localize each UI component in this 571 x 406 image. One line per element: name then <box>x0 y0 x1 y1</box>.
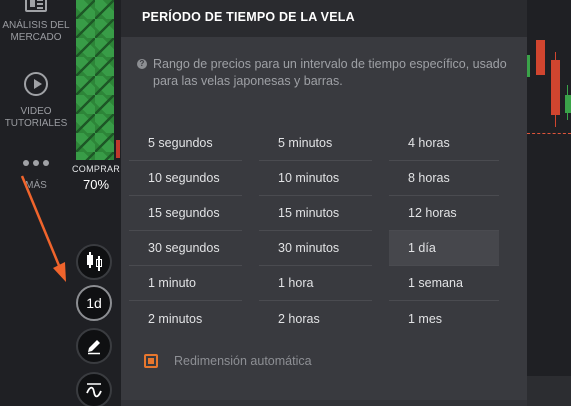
period-option[interactable]: 10 segundos <box>129 161 242 196</box>
check-mark-icon <box>148 358 154 364</box>
period-option[interactable]: 5 minutos <box>259 126 372 161</box>
candlestick-icon <box>85 252 103 271</box>
chart-area-right <box>527 0 571 406</box>
indicators-button[interactable] <box>76 372 112 406</box>
buy-volume-indicator <box>76 0 114 160</box>
candle-wick <box>567 85 568 120</box>
panel-description: ? Rango de precios para un intervalo de … <box>137 56 512 90</box>
candle <box>527 55 530 77</box>
indicator-wave-icon <box>86 383 102 398</box>
panel-title: PERÍODO DE TIEMPO DE LA VELA <box>121 0 527 37</box>
period-option[interactable]: 2 horas <box>259 301 372 336</box>
period-option[interactable]: 15 minutos <box>259 196 372 231</box>
period-options-grid: 5 segundos 5 minutos 4 horas 10 segundos… <box>129 126 509 336</box>
pencil-icon <box>88 340 100 355</box>
period-option[interactable]: 8 horas <box>389 161 499 196</box>
panel-body: ? Rango de precios para un intervalo de … <box>121 37 527 400</box>
sidebar-item-label: MÁS <box>25 180 47 191</box>
sell-marker <box>116 140 120 158</box>
drawing-tools-button[interactable] <box>76 328 112 364</box>
description-text: Rango de precios para un intervalo de ti… <box>153 57 507 88</box>
help-icon: ? <box>137 59 147 69</box>
period-option[interactable]: 30 segundos <box>129 231 242 266</box>
bottom-bar <box>527 376 571 406</box>
period-option[interactable]: 1 hora <box>259 266 372 301</box>
period-option[interactable]: 5 segundos <box>129 126 242 161</box>
sidebar-item-video-tutorials[interactable]: VIDEO TUTORIALES <box>0 72 72 130</box>
auto-resize-label: Redimensión automática <box>174 354 312 368</box>
sidebar-item-label: VIDEO <box>20 106 52 117</box>
period-option[interactable]: 30 minutos <box>259 231 372 266</box>
left-sidebar: ANÁLISIS DEL MERCADO VIDEO TUTORIALES MÁ… <box>0 0 72 406</box>
sidebar-item-label: ANÁLISIS DEL <box>2 20 70 31</box>
sidebar-item-label: TUTORIALES <box>4 118 68 129</box>
period-option[interactable]: 1 semana <box>389 266 499 301</box>
auto-resize-checkbox[interactable] <box>144 354 158 368</box>
candle <box>536 40 545 75</box>
buy-label: COMPRAR <box>72 164 120 174</box>
chart-type-button[interactable] <box>76 244 112 280</box>
candle-period-label: 1d <box>86 295 102 311</box>
newspaper-icon <box>25 0 47 12</box>
period-option[interactable]: 10 minutos <box>259 161 372 196</box>
period-option[interactable]: 1 mes <box>389 301 499 336</box>
sidebar-item-market-analysis[interactable]: ANÁLISIS DEL MERCADO <box>0 0 72 44</box>
period-option[interactable]: 12 horas <box>389 196 499 231</box>
period-option[interactable]: 2 minutos <box>129 301 242 336</box>
candle <box>565 95 571 113</box>
period-option-selected[interactable]: 1 día <box>389 231 499 266</box>
auto-resize-toggle[interactable]: Redimensión automática <box>144 354 312 368</box>
sidebar-item-more[interactable]: MÁS <box>0 160 72 192</box>
more-dots-icon <box>23 160 49 166</box>
candle-period-button[interactable]: 1d <box>76 285 112 321</box>
period-option[interactable]: 1 minuto <box>129 266 242 301</box>
period-option[interactable]: 15 segundos <box>129 196 242 231</box>
buy-sentiment: COMPRAR 70% <box>72 164 120 192</box>
candle-wick <box>555 52 556 127</box>
price-line <box>527 133 571 134</box>
buy-percent: 70% <box>82 177 110 192</box>
period-option[interactable]: 4 horas <box>389 126 499 161</box>
sidebar-item-label: MERCADO <box>10 32 62 43</box>
play-icon <box>24 72 48 96</box>
candle-period-panel: PERÍODO DE TIEMPO DE LA VELA ? Rango de … <box>121 0 527 406</box>
